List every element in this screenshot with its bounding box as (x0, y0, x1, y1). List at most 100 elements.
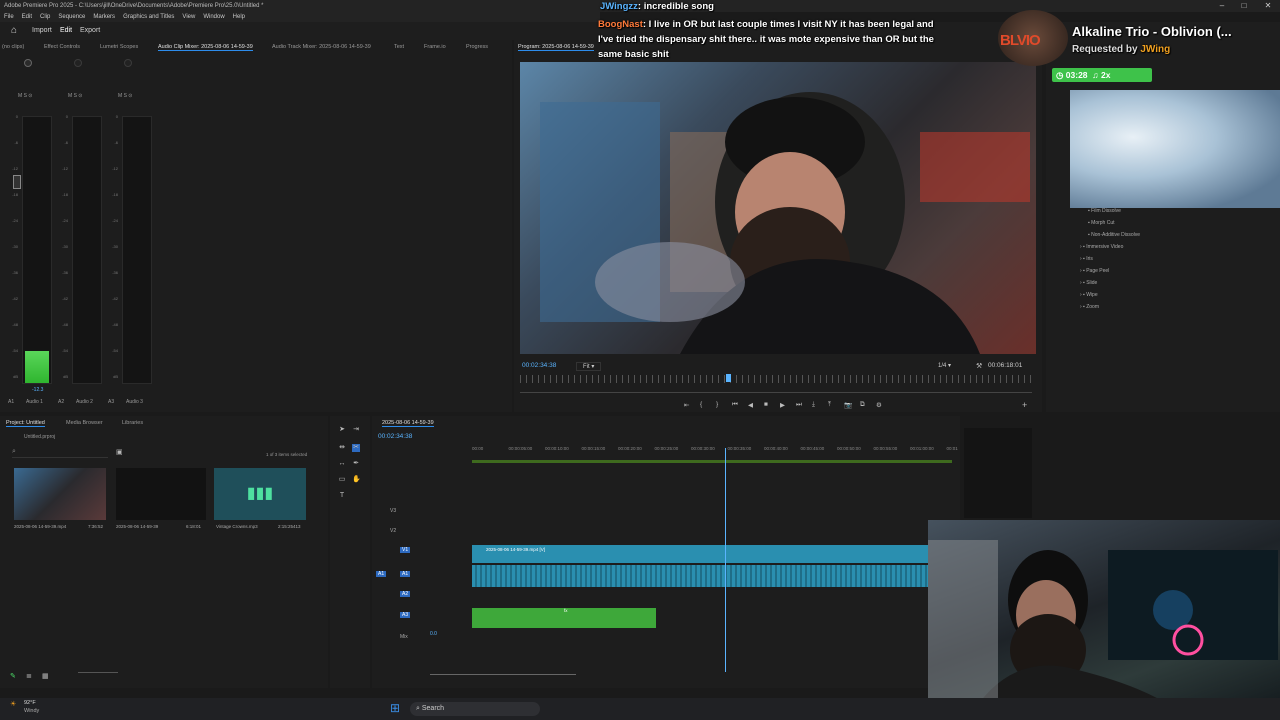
search-input[interactable]: ⌕ (12, 448, 108, 458)
tab-lumetri-scopes[interactable]: Lumetri Scopes (100, 44, 138, 50)
stop-icon[interactable]: ■ (764, 401, 768, 408)
home-icon[interactable]: ⌂ (11, 22, 17, 40)
track-v1[interactable]: V1 (400, 547, 411, 553)
work-area-bar[interactable] (472, 460, 952, 463)
tab-effect-controls[interactable]: Effect Controls (44, 44, 80, 50)
menu-file[interactable]: File (4, 14, 14, 20)
go-in-icon[interactable]: ⏮ (732, 401, 738, 409)
ms-controls[interactable]: M S ⊙ (68, 93, 83, 99)
menu-window[interactable]: Window (203, 14, 224, 20)
tab-libraries[interactable]: Libraries (122, 420, 143, 426)
weather-icon[interactable]: ☀ (10, 700, 16, 708)
tab-text[interactable]: Text (394, 44, 404, 50)
settings-icon[interactable]: ⚙ (876, 401, 882, 409)
zoom-slider[interactable] (78, 672, 118, 678)
audio-clip-a1[interactable] (472, 565, 928, 587)
track-a2[interactable]: A2 (400, 591, 411, 597)
slip-tool-icon[interactable]: ↔ (338, 460, 346, 468)
track-select-icon[interactable]: ⇥ (352, 426, 360, 434)
pencil-icon[interactable]: ✎ (10, 672, 16, 680)
mark-in-bracket-icon[interactable]: { (700, 401, 702, 408)
tab-progress[interactable]: Progress (466, 44, 488, 50)
import-tab[interactable]: Import (32, 22, 52, 40)
resolution-dropdown[interactable]: 1/4 ▾ (938, 362, 951, 369)
video-clip[interactable]: 2025-08-06 14-59-39.mp4 [V] (472, 545, 928, 563)
wrench-icon[interactable]: ⚒ (976, 362, 982, 370)
menu-graphics[interactable]: Graphics and Titles (123, 14, 174, 20)
program-playhead[interactable] (726, 374, 732, 382)
rectangle-tool-icon[interactable]: ▭ (338, 476, 346, 484)
weather-desc[interactable]: Windy (24, 708, 39, 714)
hand-tool-icon[interactable]: ✋ (352, 476, 361, 484)
overwrite-icon[interactable]: ⤒ (828, 401, 831, 409)
audio-clip-a3[interactable]: fx (472, 608, 656, 628)
effect-item[interactable]: › ▪ Page Peel (1080, 268, 1109, 274)
pan-knob[interactable] (74, 59, 82, 67)
export-tab[interactable]: Export (80, 22, 100, 40)
add-button-icon[interactable]: + (1022, 400, 1027, 410)
windows-start-icon[interactable]: ⊞ (390, 701, 400, 715)
menu-help[interactable]: Help (233, 14, 245, 20)
compare-icon[interactable]: ⧉ (860, 401, 865, 409)
track-v3[interactable]: V3 (390, 508, 396, 514)
zoom-scrollbar[interactable] (520, 392, 1032, 393)
mark-in-icon[interactable]: ⇤ (684, 401, 689, 409)
go-out-icon[interactable]: ⏭ (796, 401, 802, 409)
ripple-edit-icon[interactable]: ⇹ (338, 444, 346, 452)
media-thumbnail[interactable] (14, 468, 106, 520)
tab-project[interactable]: Project: Untitled (6, 420, 45, 427)
step-back-icon[interactable]: ◀ (748, 401, 753, 409)
effect-item[interactable]: › ▪ Iris (1080, 256, 1093, 262)
effect-item[interactable]: › ▪ Slide (1080, 280, 1097, 286)
sequence-thumbnail[interactable] (116, 468, 206, 520)
razor-tool-icon[interactable]: ✂ (352, 444, 360, 452)
pan-knob[interactable] (124, 59, 132, 67)
new-bin-icon[interactable]: ▣ (116, 448, 123, 456)
timeline-scrollbar[interactable] (430, 674, 576, 678)
play-icon[interactable]: ▶ (780, 401, 785, 409)
volume-fader[interactable] (13, 175, 21, 189)
effect-item[interactable]: › ▪ Immersive Video (1080, 244, 1123, 250)
program-video-frame[interactable] (520, 62, 1036, 354)
ms-controls[interactable]: M S ⊙ (118, 93, 133, 99)
ms-controls[interactable]: M S ⊙ (18, 93, 33, 99)
track-a3[interactable]: A3 (400, 612, 411, 618)
export-frame-icon[interactable]: 📷 (844, 401, 852, 409)
icon-view-icon[interactable]: ▦ (42, 672, 49, 680)
effect-item[interactable]: ▪ Film Dissolve (1088, 208, 1121, 214)
selection-tool-icon[interactable]: ➤ (338, 426, 346, 434)
source-a1[interactable]: A1 (376, 571, 387, 577)
timeline-playhead[interactable] (725, 448, 726, 672)
effect-item[interactable]: › ▪ Zoom (1080, 304, 1099, 310)
tab-frameio[interactable]: Frame.io (424, 44, 446, 50)
timeline-ruler[interactable]: 00:00 00:00:05:00 00:00:10:00 00:00:15:00 00… (472, 446, 958, 460)
menu-edit[interactable]: Edit (22, 14, 32, 20)
effect-item[interactable]: ▪ Non-Additive Dissolve (1088, 232, 1140, 238)
program-ruler[interactable] (520, 375, 1036, 383)
pen-tool-icon[interactable]: ✒ (352, 460, 360, 468)
mark-out-bracket-icon[interactable]: } (716, 401, 718, 408)
mix-value[interactable]: 0.0 (430, 631, 437, 637)
tab-program[interactable]: Program: 2025-08-06 14-59-39 (518, 44, 594, 51)
tab-sequence[interactable]: 2025-08-06 14-59-39 (382, 420, 434, 427)
insert-icon[interactable]: ⤓ (812, 401, 815, 409)
program-timecode[interactable]: 00:02:34:38 (522, 362, 556, 369)
effect-item[interactable]: ▪ Morph Cut (1088, 220, 1115, 226)
tab-audio-track-mixer[interactable]: Audio Track Mixer: 2025-08-06 14-59-39 (272, 44, 371, 50)
menu-sequence[interactable]: Sequence (58, 14, 85, 20)
edit-tab[interactable]: Edit (60, 22, 72, 40)
tab-audio-clip-mixer[interactable]: Audio Clip Mixer: 2025-08-06 14-59-39 (158, 44, 253, 51)
taskbar-search[interactable]: ⌕ Search (410, 702, 540, 716)
menu-clip[interactable]: Clip (40, 14, 50, 20)
type-tool-icon[interactable]: T (338, 492, 346, 500)
effect-item[interactable]: › ▪ Wipe (1080, 292, 1098, 298)
sequence-timecode[interactable]: 00:02:34:38 (378, 433, 412, 440)
weather-temp[interactable]: 92°F (24, 700, 36, 706)
menu-view[interactable]: View (182, 14, 195, 20)
track-a1[interactable]: A1 (400, 571, 411, 577)
fit-dropdown[interactable]: Fit ▾ (576, 362, 602, 371)
tab-media-browser[interactable]: Media Browser (66, 420, 103, 426)
pan-knob[interactable] (24, 59, 32, 67)
menu-markers[interactable]: Markers (93, 14, 115, 20)
audio-thumbnail[interactable]: ▮▮▮ (214, 468, 306, 520)
